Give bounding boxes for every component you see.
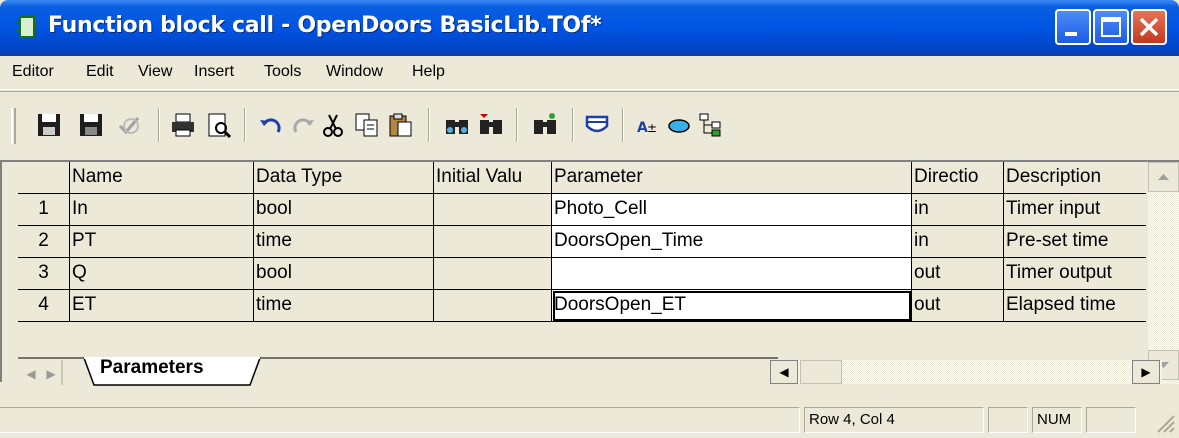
cell-name[interactable]: In	[70, 194, 254, 226]
cell-direction[interactable]: out	[912, 290, 1004, 322]
scroll-thumb[interactable]	[800, 360, 842, 384]
scroll-up-button[interactable]	[1148, 162, 1179, 192]
menu-tools[interactable]: Tools	[264, 63, 301, 81]
row-number[interactable]: 2	[18, 226, 70, 258]
cell-description[interactable]: Timer input	[1004, 194, 1146, 226]
function-block-icon	[16, 16, 38, 38]
menu-insert[interactable]: Insert	[194, 63, 234, 81]
print-preview-icon[interactable]	[206, 112, 232, 138]
cell-initial-value[interactable]	[434, 290, 552, 322]
tab-parameters[interactable]: Parameters	[100, 357, 204, 379]
cell-direction[interactable]: in	[912, 226, 1004, 258]
cell-data-type[interactable]: time	[254, 226, 434, 258]
row-number[interactable]: 1	[18, 194, 70, 226]
window-title: Function block call - OpenDoors BasicLib…	[48, 13, 602, 38]
replace-icon[interactable]	[532, 112, 558, 138]
print-icon[interactable]	[170, 112, 196, 138]
tab-scroll-left-button[interactable]: ◀	[20, 363, 42, 385]
cell-parameter[interactable]: DoorsOpen_Time	[552, 226, 912, 258]
cell-name[interactable]: Q	[70, 258, 254, 290]
menu-help[interactable]: Help	[412, 63, 445, 81]
cell-initial-value[interactable]	[434, 258, 552, 290]
arrow-left-icon: ◀	[26, 367, 36, 381]
cell-initial-value[interactable]	[434, 226, 552, 258]
cell-direction[interactable]: in	[912, 194, 1004, 226]
resize-grip-icon[interactable]	[1154, 412, 1176, 434]
parameter-grid-panel: Name Data Type Initial Valu Parameter Di…	[0, 160, 1179, 387]
cell-data-type[interactable]: time	[254, 290, 434, 322]
close-button[interactable]	[1131, 9, 1167, 45]
cell-name[interactable]: ET	[70, 290, 254, 322]
arrow-right-icon: ▶	[1141, 365, 1151, 379]
menu-editor[interactable]: Editor	[12, 63, 54, 81]
undo-icon[interactable]	[258, 112, 284, 138]
toolbar-grip[interactable]	[11, 108, 16, 144]
status-message	[0, 407, 800, 433]
maximize-button[interactable]	[1093, 9, 1129, 45]
menu-edit[interactable]: Edit	[86, 63, 114, 81]
menu-view[interactable]: View	[138, 63, 172, 81]
minimize-button[interactable]	[1055, 9, 1091, 45]
status-panel-empty	[1086, 407, 1136, 433]
find-next-icon[interactable]	[478, 112, 504, 138]
cut-icon[interactable]	[320, 112, 346, 138]
cell-initial-value[interactable]	[434, 194, 552, 226]
grid-corner	[18, 162, 70, 194]
row-number[interactable]: 4	[18, 290, 70, 322]
parameter-grid: Name Data Type Initial Valu Parameter Di…	[18, 162, 1146, 344]
check-icon[interactable]	[116, 112, 142, 138]
redo-icon[interactable]	[290, 112, 316, 138]
text-size-icon[interactable]: A ±	[636, 112, 662, 138]
cell-description[interactable]: Elapsed time	[1004, 290, 1146, 322]
title-bar: Function block call - OpenDoors BasicLib…	[0, 0, 1179, 56]
maximize-icon	[1101, 17, 1121, 37]
cell-data-type[interactable]: bool	[254, 194, 434, 226]
horizontal-scrollbar[interactable]: ◀ ▶	[770, 360, 1162, 384]
menu-bar: Editor Edit View Insert Tools Window Hel…	[0, 56, 1179, 90]
sheet-tab-strip: ◀ ▶ Parameters ◀ ▶	[18, 357, 1162, 387]
copy-icon[interactable]	[354, 112, 380, 138]
arrow-up-icon	[1158, 174, 1169, 180]
cell-data-type[interactable]: bool	[254, 258, 434, 290]
cell-parameter[interactable]	[552, 258, 912, 290]
scroll-right-button[interactable]: ▶	[1132, 360, 1160, 384]
cell-description[interactable]: Pre-set time	[1004, 226, 1146, 258]
svg-text:±: ±	[647, 121, 657, 135]
header-direction[interactable]: Directio	[912, 162, 1004, 194]
minimize-icon	[1065, 32, 1077, 36]
status-bar: Row 4, Col 4 NUM	[0, 398, 1179, 438]
tree-icon[interactable]	[698, 112, 724, 138]
status-position: Row 4, Col 4	[804, 407, 984, 433]
arrow-right-icon: ▶	[46, 367, 56, 381]
vertical-scrollbar[interactable]	[1148, 162, 1179, 384]
ellipse-icon[interactable]	[666, 112, 692, 138]
cell-description[interactable]: Timer output	[1004, 258, 1146, 290]
menu-window[interactable]: Window	[326, 63, 383, 81]
row-number[interactable]: 3	[18, 258, 70, 290]
find-icon[interactable]	[444, 112, 470, 138]
header-data-type[interactable]: Data Type	[254, 162, 434, 194]
cell-name[interactable]: PT	[70, 226, 254, 258]
header-parameter[interactable]: Parameter	[552, 162, 912, 194]
close-icon	[1139, 17, 1159, 37]
toolbar: A ±	[0, 91, 1179, 153]
header-initial-value[interactable]: Initial Valu	[434, 162, 552, 194]
status-num: NUM	[1032, 407, 1082, 433]
save-all-icon[interactable]	[78, 112, 104, 138]
status-panel-empty	[988, 407, 1028, 433]
scroll-left-button[interactable]: ◀	[770, 360, 798, 384]
header-name[interactable]: Name	[70, 162, 254, 194]
cell-direction[interactable]: out	[912, 258, 1004, 290]
cell-parameter-selected[interactable]: DoorsOpen_ET	[552, 290, 912, 322]
header-description[interactable]: Description	[1004, 162, 1146, 194]
cell-parameter[interactable]: Photo_Cell	[552, 194, 912, 226]
paste-icon[interactable]	[388, 112, 414, 138]
insert-block-icon[interactable]	[584, 112, 610, 138]
save-icon[interactable]	[36, 112, 62, 138]
arrow-left-icon: ◀	[779, 365, 789, 379]
tab-scroll-right-button[interactable]: ▶	[40, 363, 62, 385]
